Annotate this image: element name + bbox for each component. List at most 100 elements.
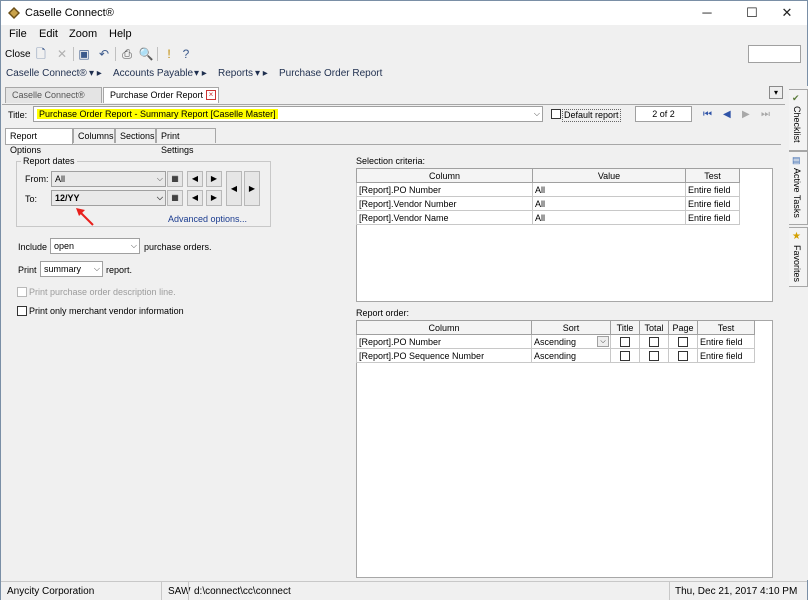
to-next-icon[interactable]: ▶ bbox=[206, 190, 222, 206]
tab-purchase-order-report[interactable]: Purchase Order Report × bbox=[103, 87, 219, 103]
tab-sections[interactable]: Sections bbox=[115, 128, 156, 143]
menu-help[interactable]: Help bbox=[109, 28, 132, 40]
to-previous-icon[interactable]: ◀ bbox=[187, 190, 203, 206]
save-icon[interactable]: ▣ bbox=[76, 46, 92, 62]
title-checkbox[interactable] bbox=[620, 350, 630, 361]
undo-icon[interactable]: ↶ bbox=[96, 46, 112, 62]
criteria-test-cell[interactable]: Entire field bbox=[685, 196, 740, 211]
criteria-test-cell[interactable]: Entire field bbox=[685, 182, 740, 197]
tab-report-options[interactable]: Report Options bbox=[5, 128, 73, 155]
tab-caselle-connect[interactable]: Caselle Connect® bbox=[5, 87, 102, 103]
range-previous-icon[interactable]: ◀ bbox=[226, 171, 242, 206]
breadcrumb-accounts-payable[interactable]: Accounts Payable bbox=[113, 68, 193, 79]
order-column-cell[interactable]: [Report].PO Sequence Number bbox=[356, 348, 532, 363]
order-total-cell[interactable] bbox=[639, 334, 669, 349]
order-page-cell[interactable] bbox=[668, 348, 698, 363]
tab-print-settings[interactable]: Print Settings bbox=[156, 128, 216, 155]
total-checkbox[interactable] bbox=[649, 336, 659, 347]
breadcrumb-dropdown-icon[interactable]: ▾ ▸ bbox=[255, 68, 268, 79]
next-page-icon[interactable]: ▶ bbox=[742, 109, 750, 120]
total-header[interactable]: Total bbox=[639, 320, 669, 335]
print-select[interactable]: summary ⌵ bbox=[40, 261, 103, 277]
chevron-down-icon[interactable]: ⌵ bbox=[597, 336, 609, 347]
advanced-options-link[interactable]: Advanced options... bbox=[168, 214, 247, 225]
order-title-cell[interactable] bbox=[610, 348, 640, 363]
page-checkbox[interactable] bbox=[678, 336, 688, 347]
order-sort-cell[interactable]: Ascending bbox=[531, 348, 611, 363]
order-test-cell[interactable]: Entire field bbox=[697, 334, 755, 349]
table-row[interactable]: [Report].PO Number All Entire field bbox=[356, 182, 740, 197]
print-icon[interactable]: ⎙ bbox=[119, 46, 135, 62]
table-row[interactable]: [Report].Vendor Name All Entire field bbox=[356, 210, 740, 225]
tab-list-dropdown-icon[interactable]: ▾ bbox=[769, 86, 783, 99]
breadcrumb-reports[interactable]: Reports bbox=[218, 68, 253, 79]
minimize-button[interactable]: ─ bbox=[687, 1, 727, 25]
order-test-cell[interactable]: Entire field bbox=[697, 348, 755, 363]
breadcrumb-dropdown-icon[interactable]: ▾ ▸ bbox=[194, 68, 207, 79]
from-date-select[interactable]: All ⌵ bbox=[51, 171, 166, 187]
last-page-icon[interactable]: ⏭ bbox=[761, 109, 770, 120]
breadcrumb-caselle-connect[interactable]: Caselle Connect® bbox=[6, 68, 87, 79]
tip-icon[interactable]: ! bbox=[161, 46, 177, 62]
delete-icon[interactable]: ✕ bbox=[54, 46, 70, 62]
close-tab-icon[interactable]: × bbox=[206, 90, 216, 100]
new-document-icon[interactable]: 🗋 bbox=[33, 46, 49, 62]
close-button[interactable]: Close bbox=[5, 49, 31, 60]
order-page-cell[interactable] bbox=[668, 334, 698, 349]
criteria-column-cell[interactable]: [Report].PO Number bbox=[356, 182, 533, 197]
breadcrumb-dropdown-icon[interactable]: ▾ ▸ bbox=[89, 68, 102, 79]
table-row[interactable]: [Report].PO Number Ascending ⌵ Entire fi… bbox=[356, 334, 755, 349]
include-select[interactable]: open ⌵ bbox=[50, 238, 140, 254]
range-next-icon[interactable]: ▶ bbox=[244, 171, 260, 206]
print-preview-icon[interactable]: 🔍 bbox=[138, 46, 154, 62]
order-total-cell[interactable] bbox=[639, 348, 669, 363]
criteria-value-cell[interactable]: All bbox=[532, 210, 686, 225]
report-order-label: Report order: bbox=[356, 308, 410, 318]
to-date-select[interactable]: 12/YY ⌵ bbox=[51, 190, 166, 206]
side-tab-active-tasks[interactable]: ▤ Active Tasks bbox=[789, 151, 808, 225]
breadcrumb-purchase-order-report[interactable]: Purchase Order Report bbox=[279, 68, 382, 79]
page-checkbox[interactable] bbox=[678, 350, 688, 361]
maximize-button[interactable]: ☐ bbox=[732, 1, 772, 25]
merchant-only-checkbox[interactable] bbox=[17, 306, 27, 316]
criteria-test-cell[interactable]: Entire field bbox=[685, 210, 740, 225]
criteria-value-cell[interactable]: All bbox=[532, 196, 686, 211]
order-column-cell[interactable]: [Report].PO Number bbox=[356, 334, 532, 349]
first-page-icon[interactable]: ⏮ bbox=[703, 109, 712, 120]
menu-zoom[interactable]: Zoom bbox=[69, 28, 97, 40]
report-title-field[interactable]: Purchase Order Report - Summary Report [… bbox=[33, 106, 543, 122]
order-title-cell[interactable] bbox=[610, 334, 640, 349]
default-report-checkbox[interactable] bbox=[551, 109, 561, 119]
page-header[interactable]: Page bbox=[668, 320, 698, 335]
to-calendar-icon[interactable]: ▦ bbox=[167, 190, 183, 206]
chevron-down-icon[interactable]: ⌵ bbox=[534, 107, 540, 121]
from-previous-icon[interactable]: ◀ bbox=[187, 171, 203, 187]
order-sort-cell[interactable]: Ascending ⌵ bbox=[531, 334, 611, 349]
tab-columns[interactable]: Columns bbox=[73, 128, 115, 143]
sort-header[interactable]: Sort bbox=[531, 320, 611, 335]
total-checkbox[interactable] bbox=[649, 350, 659, 361]
test-header[interactable]: Test bbox=[697, 320, 755, 335]
criteria-value-cell[interactable]: All bbox=[532, 182, 686, 197]
table-row[interactable]: [Report].Vendor Number All Entire field bbox=[356, 196, 740, 211]
column-header[interactable]: Column bbox=[356, 168, 533, 183]
value-header[interactable]: Value bbox=[532, 168, 686, 183]
title-checkbox[interactable] bbox=[620, 336, 630, 347]
menu-edit[interactable]: Edit bbox=[39, 28, 58, 40]
previous-page-icon[interactable]: ◀ bbox=[723, 109, 731, 120]
close-window-button[interactable]: ✕ bbox=[767, 1, 807, 25]
from-next-icon[interactable]: ▶ bbox=[206, 171, 222, 187]
side-tab-checklist[interactable]: ✔ Checklist bbox=[789, 89, 808, 151]
side-tab-favorites[interactable]: ★ Favorites bbox=[789, 227, 808, 287]
test-header[interactable]: Test bbox=[685, 168, 740, 183]
toolbar-search-box[interactable] bbox=[748, 45, 801, 63]
column-header[interactable]: Column bbox=[356, 320, 532, 335]
title-header[interactable]: Title bbox=[610, 320, 640, 335]
help-pointer-icon[interactable]: ? bbox=[178, 46, 194, 62]
criteria-column-cell[interactable]: [Report].Vendor Number bbox=[356, 196, 533, 211]
description-line-checkbox[interactable] bbox=[17, 287, 27, 297]
criteria-column-cell[interactable]: [Report].Vendor Name bbox=[356, 210, 533, 225]
table-row[interactable]: [Report].PO Sequence Number Ascending En… bbox=[356, 348, 755, 363]
menu-file[interactable]: File bbox=[9, 28, 27, 40]
from-calendar-icon[interactable]: ▦ bbox=[167, 171, 183, 187]
